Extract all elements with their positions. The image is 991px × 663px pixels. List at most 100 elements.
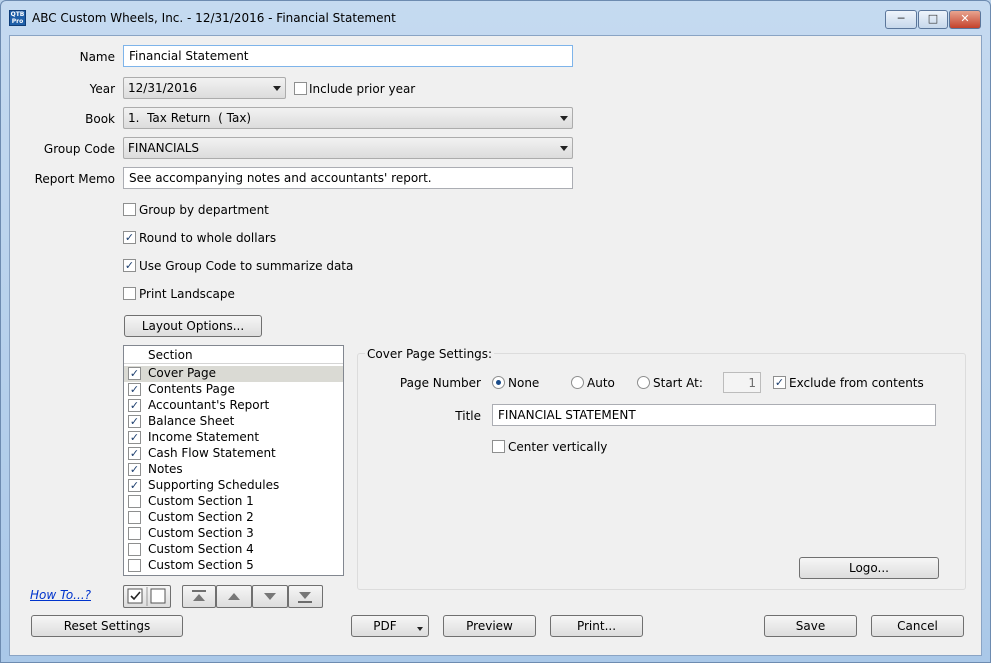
check-icon: ✓ — [124, 231, 135, 244]
move-top-icon — [192, 590, 206, 601]
arrow-down-icon — [264, 593, 276, 600]
year-label: Year — [89, 82, 115, 96]
title-bar[interactable]: QTB Pro ABC Custom Wheels, Inc. - 12/31/… — [1, 1, 990, 35]
list-item[interactable]: ✓ Income Statement — [124, 430, 343, 446]
section-checkbox[interactable] — [128, 495, 141, 508]
move-to-top-button[interactable] — [182, 585, 216, 608]
close-button[interactable]: ✕ — [949, 10, 981, 29]
group-code-select-value: FINANCIALS — [128, 141, 200, 155]
page-number-none-radio[interactable] — [492, 376, 505, 389]
section-checkbox[interactable]: ✓ — [128, 431, 141, 444]
section-label: Supporting Schedules — [148, 478, 280, 492]
move-to-bottom-button[interactable] — [288, 585, 323, 608]
section-label: Income Statement — [148, 430, 260, 444]
start-at-input[interactable]: 1 — [723, 372, 761, 393]
preview-button[interactable]: Preview — [443, 615, 536, 637]
pdf-button-label: PDF — [373, 619, 397, 633]
year-select[interactable]: 12/31/2016 — [123, 77, 286, 99]
check-icon: ✓ — [129, 367, 140, 380]
minimize-button[interactable]: ─ — [885, 10, 917, 29]
check-icon: ✓ — [124, 259, 135, 272]
section-checkbox[interactable] — [128, 543, 141, 556]
page-number-start-at-label: Start At: — [653, 376, 703, 390]
exclude-from-contents-checkbox[interactable]: ✓ — [773, 376, 786, 389]
section-label: Custom Section 3 — [148, 526, 254, 540]
center-vertically-checkbox[interactable] — [492, 440, 505, 453]
cancel-button[interactable]: Cancel — [871, 615, 964, 637]
section-checkbox[interactable] — [128, 527, 141, 540]
move-bottom-icon — [298, 592, 312, 603]
cover-title-input[interactable]: FINANCIAL STATEMENT — [492, 404, 936, 426]
list-item[interactable]: Custom Section 3 — [124, 526, 343, 542]
chevron-down-icon — [273, 86, 281, 91]
list-item[interactable]: Custom Section 4 — [124, 542, 343, 558]
list-item[interactable]: ✓ Notes — [124, 462, 343, 478]
section-list[interactable]: Section ✓ Cover Page ✓ Contents Page ✓ A… — [123, 345, 344, 576]
list-item[interactable]: ✓ Balance Sheet — [124, 414, 343, 430]
name-input[interactable]: Financial Statement — [123, 45, 573, 67]
app-logo-icon: QTB Pro — [9, 10, 26, 26]
group-code-label: Group Code — [43, 142, 115, 156]
section-label: Notes — [148, 462, 183, 476]
section-label: Cash Flow Statement — [148, 446, 276, 460]
include-prior-year-checkbox[interactable] — [294, 82, 307, 95]
list-item[interactable]: Custom Section 1 — [124, 494, 343, 510]
move-up-button[interactable] — [216, 585, 252, 608]
page-number-start-at-radio[interactable] — [637, 376, 650, 389]
page-number-label: Page Number — [399, 376, 481, 390]
uncheck-all-button[interactable] — [147, 585, 171, 608]
dialog-body: Name Financial Statement Year 12/31/2016… — [9, 35, 982, 656]
list-item[interactable]: ✓ Cash Flow Statement — [124, 446, 343, 462]
section-checkbox[interactable]: ✓ — [128, 367, 141, 380]
chevron-down-icon — [560, 116, 568, 121]
section-label: Accountant's Report — [148, 398, 270, 412]
list-item[interactable]: Custom Section 5 — [124, 558, 343, 574]
round-whole-dollars-checkbox[interactable]: ✓ — [123, 231, 136, 244]
section-checkbox[interactable]: ✓ — [128, 415, 141, 428]
list-item[interactable]: ✓ Cover Page — [124, 366, 343, 382]
list-item[interactable]: ✓ Contents Page — [124, 382, 343, 398]
list-item[interactable]: Custom Section 2 — [124, 510, 343, 526]
section-label: Custom Section 2 — [148, 510, 254, 524]
check-icon: ✓ — [129, 479, 140, 492]
check-icon: ✓ — [129, 447, 140, 460]
section-checkbox[interactable]: ✓ — [128, 383, 141, 396]
section-checkbox[interactable]: ✓ — [128, 447, 141, 460]
logo-button[interactable]: Logo... — [799, 557, 939, 579]
use-group-code-checkbox[interactable]: ✓ — [123, 259, 136, 272]
section-checkbox[interactable]: ✓ — [128, 463, 141, 476]
check-icon: ✓ — [129, 415, 140, 428]
page-number-auto-radio[interactable] — [571, 376, 584, 389]
minimize-icon: ─ — [897, 12, 905, 25]
layout-options-button[interactable]: Layout Options... — [124, 315, 262, 337]
dropdown-arrow-icon — [417, 627, 423, 631]
section-checkbox[interactable]: ✓ — [128, 399, 141, 412]
move-down-button[interactable] — [252, 585, 288, 608]
check-all-button[interactable] — [123, 585, 147, 608]
reset-settings-button[interactable]: Reset Settings — [31, 615, 183, 637]
cover-page-settings-title: Cover Page Settings: — [365, 347, 495, 361]
list-item[interactable]: ✓ Accountant's Report — [124, 398, 343, 414]
chevron-down-icon — [560, 146, 568, 151]
title-label: Title — [455, 409, 481, 423]
name-label: Name — [79, 50, 115, 64]
group-by-department-checkbox[interactable] — [123, 203, 136, 216]
book-select-value: 1. Tax Return ( Tax) — [128, 111, 252, 125]
group-code-select[interactable]: FINANCIALS — [123, 137, 573, 159]
save-button[interactable]: Save — [764, 615, 857, 637]
check-icon: ✓ — [129, 383, 140, 396]
section-checkbox[interactable] — [128, 511, 141, 524]
maximize-button[interactable]: □ — [918, 10, 948, 29]
print-button[interactable]: Print... — [550, 615, 643, 637]
section-checkbox[interactable]: ✓ — [128, 479, 141, 492]
report-memo-input[interactable]: See accompanying notes and accountants' … — [123, 167, 573, 189]
book-select[interactable]: 1. Tax Return ( Tax) — [123, 107, 573, 129]
section-label: Custom Section 4 — [148, 542, 254, 556]
list-item[interactable]: ✓ Supporting Schedules — [124, 478, 343, 494]
section-label: Balance Sheet — [148, 414, 235, 428]
pdf-button[interactable]: PDF — [351, 615, 429, 637]
print-landscape-checkbox[interactable] — [123, 287, 136, 300]
how-to-link[interactable]: How To...? — [30, 588, 91, 602]
section-label: Cover Page — [148, 366, 217, 380]
section-checkbox[interactable] — [128, 559, 141, 572]
